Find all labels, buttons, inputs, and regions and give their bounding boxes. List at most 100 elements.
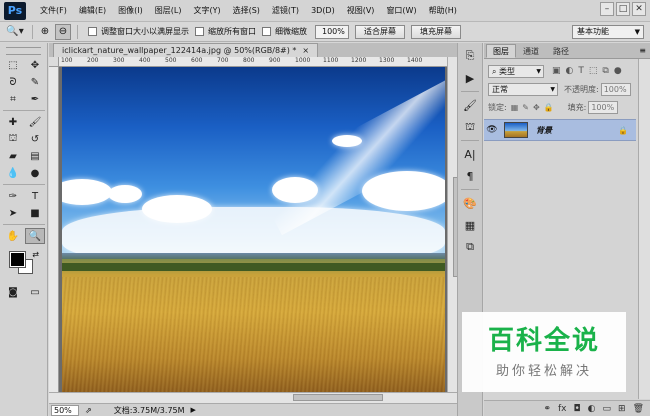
- zoom-in-icon[interactable]: ⊕: [37, 24, 53, 40]
- history-brush-tool-icon[interactable]: ↺: [25, 131, 45, 147]
- ruler-origin[interactable]: [49, 57, 59, 67]
- swap-colors-icon[interactable]: ⇄: [32, 250, 39, 259]
- lock-position-icon[interactable]: ✥: [533, 103, 540, 112]
- shape-filter-icon[interactable]: ⬚: [589, 66, 598, 76]
- fx-icon[interactable]: fx: [558, 404, 567, 414]
- checkbox-box[interactable]: [262, 27, 271, 36]
- menu-type[interactable]: 文字(Y): [187, 0, 226, 22]
- status-menu-arrow[interactable]: ▶: [191, 406, 196, 414]
- resize-windows-checkbox[interactable]: 调整窗口大小以满屏显示: [88, 26, 189, 37]
- menu-help[interactable]: 帮助(H): [423, 0, 463, 22]
- menu-layer[interactable]: 图层(L): [149, 0, 188, 22]
- fill-screen-button[interactable]: 填充屏幕: [411, 24, 461, 39]
- link-icon[interactable]: ⚭: [543, 404, 551, 414]
- zoom-tool-preset-icon[interactable]: 🔍▾: [2, 24, 28, 40]
- clone-source-icon[interactable]: ⛫: [460, 118, 480, 136]
- clone-stamp-tool-icon[interactable]: ⛫: [3, 131, 23, 147]
- quick-mask-icon[interactable]: ◙: [3, 284, 23, 300]
- marquee-tool-icon[interactable]: ⬚: [3, 57, 23, 73]
- lasso-tool-icon[interactable]: ᘐ: [3, 74, 23, 90]
- close-tab-icon[interactable]: ×: [302, 46, 309, 55]
- styles-icon[interactable]: ⧉: [460, 238, 480, 256]
- layer-row-background[interactable]: 👁 背景 🔒: [484, 119, 636, 141]
- foreground-color-swatch[interactable]: [9, 251, 26, 268]
- panel-menu-icon[interactable]: ≡: [639, 46, 646, 55]
- menu-image[interactable]: 图像(I): [112, 0, 149, 22]
- vertical-ruler[interactable]: [49, 67, 59, 392]
- pen-tool-icon[interactable]: ✑: [3, 188, 23, 204]
- menu-filter[interactable]: 滤镜(T): [266, 0, 305, 22]
- zoom-level-field[interactable]: 50%: [51, 404, 79, 416]
- panel-grip[interactable]: [6, 47, 41, 55]
- tab-paths[interactable]: 路径: [546, 44, 576, 58]
- type-tool-icon[interactable]: T: [25, 188, 45, 204]
- scrubby-zoom-checkbox[interactable]: 细微缩放: [262, 26, 307, 37]
- close-button[interactable]: ✕: [632, 2, 646, 16]
- fit-screen-button[interactable]: 适合屏幕: [355, 24, 405, 39]
- menu-3d[interactable]: 3D(D): [305, 0, 341, 22]
- crop-tool-icon[interactable]: ⌗: [3, 91, 23, 107]
- tab-channels[interactable]: 通道: [516, 44, 546, 58]
- type-filter-icon[interactable]: T: [578, 66, 584, 76]
- brush-preset-icon[interactable]: 🖌: [460, 96, 480, 114]
- healing-brush-tool-icon[interactable]: ✚: [3, 114, 23, 130]
- smart-filter-icon[interactable]: ⧉: [602, 66, 608, 76]
- character-icon[interactable]: A|: [460, 145, 480, 163]
- image-canvas[interactable]: [62, 67, 445, 392]
- move-tool-icon[interactable]: ✥: [25, 57, 45, 73]
- workspace-select[interactable]: 基本功能 ▼: [572, 25, 644, 39]
- new-layer-icon[interactable]: ⊞: [618, 404, 626, 414]
- quick-select-tool-icon[interactable]: ✎: [25, 74, 45, 90]
- blend-mode-select[interactable]: 正常 ▼: [488, 82, 558, 96]
- zoom-out-icon[interactable]: ⊖: [55, 23, 71, 40]
- blur-tool-icon[interactable]: 💧: [3, 165, 23, 181]
- minimize-button[interactable]: –: [600, 2, 614, 16]
- hand-tool-icon[interactable]: ✋: [3, 228, 23, 244]
- group-icon[interactable]: ▭: [603, 404, 612, 414]
- pixel-filter-icon[interactable]: ▣: [552, 66, 561, 76]
- menu-view[interactable]: 视图(V): [341, 0, 381, 22]
- scroll-thumb[interactable]: [293, 394, 383, 401]
- actions-icon[interactable]: ▶: [460, 69, 480, 87]
- horizontal-scrollbar[interactable]: [49, 392, 457, 403]
- layer-filter-select[interactable]: ⌕ 类型 ▼: [488, 64, 544, 78]
- screen-mode-icon[interactable]: ▭: [25, 284, 45, 300]
- adjustment-icon[interactable]: ◐: [588, 404, 596, 414]
- eraser-tool-icon[interactable]: ▰: [3, 148, 23, 164]
- opacity-field[interactable]: 100%: [600, 82, 631, 96]
- lock-transparent-icon[interactable]: ▦: [511, 103, 519, 112]
- zoom-all-windows-checkbox[interactable]: 缩放所有窗口: [195, 26, 256, 37]
- filter-toggle-icon[interactable]: ●: [614, 66, 622, 76]
- history-icon[interactable]: ⎘: [460, 47, 480, 65]
- dodge-tool-icon[interactable]: ●: [25, 165, 45, 181]
- shape-tool-icon[interactable]: ■: [25, 205, 45, 221]
- lock-all-icon[interactable]: 🔒: [544, 103, 554, 112]
- eyedropper-tool-icon[interactable]: ✒: [25, 91, 45, 107]
- export-icon[interactable]: ⇗: [85, 406, 92, 415]
- zoom-100-button[interactable]: 100%: [315, 24, 349, 39]
- eye-icon[interactable]: 👁: [484, 125, 500, 135]
- lock-pixels-icon[interactable]: ✎: [522, 103, 529, 112]
- path-select-tool-icon[interactable]: ➤: [3, 205, 23, 221]
- tab-layers[interactable]: 图层: [486, 44, 516, 58]
- fill-field[interactable]: 100%: [588, 100, 619, 114]
- checkbox-box[interactable]: [195, 27, 204, 36]
- panel-scrollbar[interactable]: [638, 59, 650, 399]
- gradient-tool-icon[interactable]: ▤: [25, 148, 45, 164]
- document-tab[interactable]: iclickart_nature_wallpaper_122414a.jpg @…: [53, 43, 319, 57]
- horizontal-ruler[interactable]: 100 200 300 400 500 600 700 800 900 1000…: [59, 57, 447, 67]
- swatches-icon[interactable]: ▦: [460, 216, 480, 234]
- trash-icon[interactable]: 🗑: [633, 404, 644, 414]
- menu-window[interactable]: 窗口(W): [380, 0, 422, 22]
- menu-edit[interactable]: 编辑(E): [73, 0, 112, 22]
- adjustment-filter-icon[interactable]: ◐: [566, 66, 574, 76]
- menu-file[interactable]: 文件(F): [34, 0, 73, 22]
- paragraph-icon[interactable]: ¶: [460, 167, 480, 185]
- vertical-scrollbar[interactable]: [447, 57, 460, 392]
- brush-tool-icon[interactable]: 🖌: [25, 114, 45, 130]
- mask-icon[interactable]: ◘: [574, 404, 581, 414]
- restore-button[interactable]: □: [616, 2, 630, 16]
- zoom-tool-icon[interactable]: 🔍: [25, 228, 45, 244]
- color-icon[interactable]: 🎨: [460, 194, 480, 212]
- menu-select[interactable]: 选择(S): [227, 0, 266, 22]
